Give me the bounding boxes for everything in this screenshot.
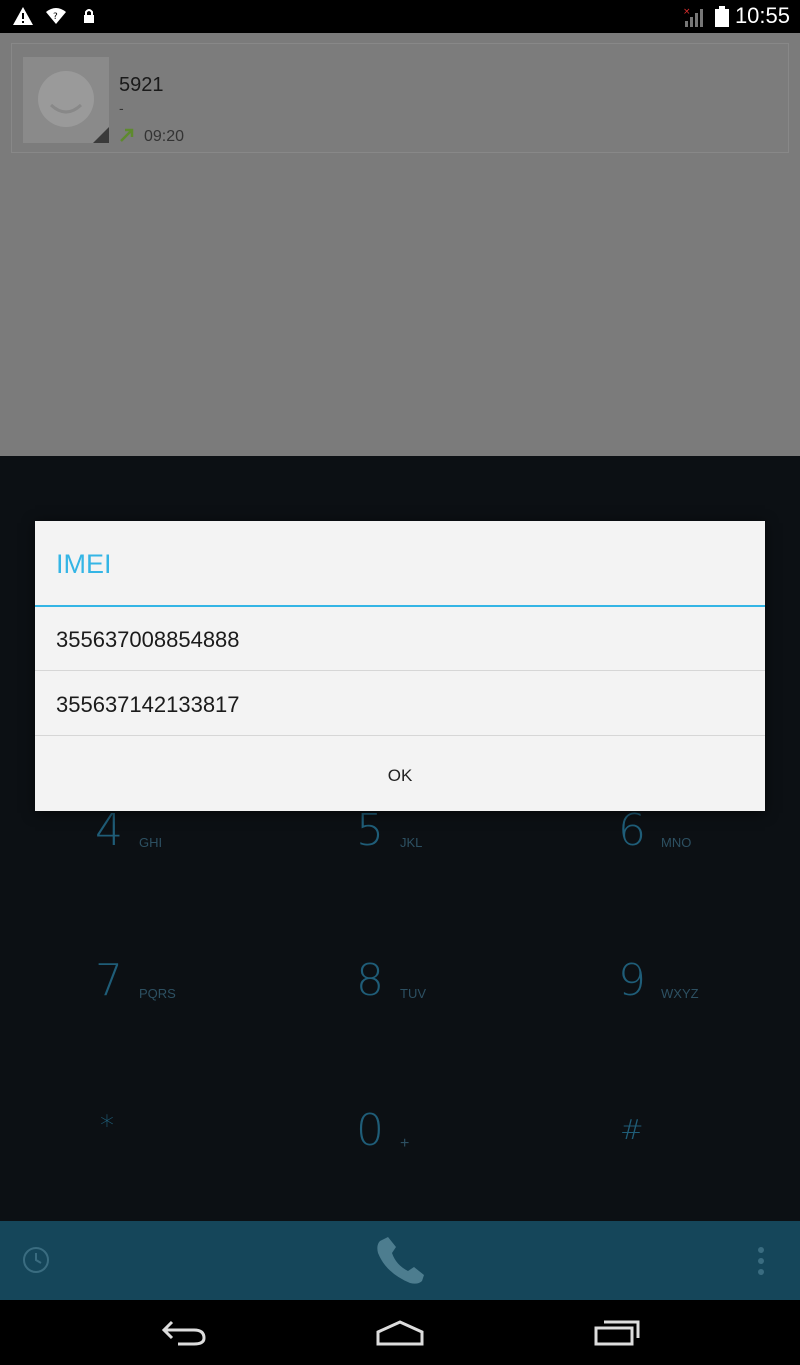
status-time: 10:55 xyxy=(734,3,790,28)
key-digit: 6 xyxy=(618,805,646,856)
key-digit: 9 xyxy=(618,955,646,1006)
svg-text:×: × xyxy=(683,7,691,17)
home-icon[interactable] xyxy=(374,1318,426,1353)
key-digit: 4 xyxy=(95,805,123,856)
imei-item: 355637142133817 xyxy=(35,672,765,736)
ok-button[interactable]: OK xyxy=(35,740,765,811)
call-time: 09:20 xyxy=(144,128,185,145)
imei-value: 355637142133817 xyxy=(56,692,240,717)
dial-action-bar xyxy=(0,1221,800,1300)
key-digit: 0 xyxy=(356,1105,384,1156)
call-history-icon[interactable] xyxy=(22,1246,50,1279)
battery-icon xyxy=(714,6,730,33)
navigation-bar xyxy=(0,1300,800,1365)
dialog-title: IMEI xyxy=(56,549,112,579)
contact-avatar[interactable] xyxy=(23,57,109,143)
dial-key-star[interactable]: * xyxy=(0,1081,266,1231)
overflow-menu-icon[interactable] xyxy=(756,1245,766,1282)
imei-dialog: IMEI 355637008854888 355637142133817 OK xyxy=(35,521,765,811)
wifi-icon: ? xyxy=(45,6,67,31)
imei-item: 355637008854888 xyxy=(35,607,765,671)
key-letters: WXYZ xyxy=(661,986,699,1001)
recent-apps-icon[interactable] xyxy=(592,1318,642,1353)
key-digit: * xyxy=(100,1109,114,1142)
dial-key-hash[interactable]: # xyxy=(532,1081,798,1231)
key-letters: JKL xyxy=(400,835,423,850)
call-detail: - xyxy=(119,100,124,116)
key-digit: 7 xyxy=(95,955,123,1006)
key-letters: + xyxy=(400,1135,410,1152)
key-letters: MNO xyxy=(661,835,692,850)
back-icon[interactable] xyxy=(160,1318,208,1353)
warning-icon xyxy=(12,6,34,31)
svg-text:?: ? xyxy=(53,12,58,22)
imei-value: 355637008854888 xyxy=(56,627,240,652)
dial-key-8[interactable]: 8 TUV xyxy=(266,931,532,1081)
dial-key-7[interactable]: 7 PQRS xyxy=(0,931,266,1081)
lock-icon xyxy=(82,6,96,31)
dial-key-9[interactable]: 9 WXYZ xyxy=(532,931,798,1081)
call-log: 5921 - 09:20 xyxy=(0,33,800,456)
call-log-entry[interactable]: 5921 - 09:20 xyxy=(11,43,789,153)
phone-call-icon[interactable] xyxy=(372,1235,428,1294)
caller-name: 5921 xyxy=(119,74,164,96)
status-bar: ? × 10:55 xyxy=(0,0,800,33)
key-digit: 5 xyxy=(356,805,384,856)
key-digit: 8 xyxy=(356,955,384,1006)
dial-key-0[interactable]: 0 + xyxy=(266,1081,532,1231)
outgoing-call-arrow-icon xyxy=(118,126,136,149)
no-signal-icon: × xyxy=(683,6,707,33)
key-digit: # xyxy=(620,1113,644,1146)
key-letters: TUV xyxy=(400,986,426,1001)
key-letters: GHI xyxy=(139,835,163,850)
key-letters: PQRS xyxy=(139,986,176,1001)
